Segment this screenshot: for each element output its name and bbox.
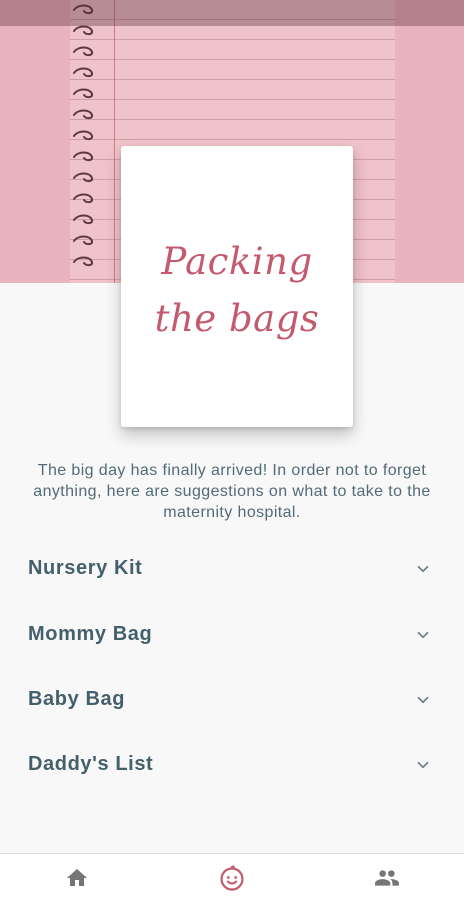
chevron-down-icon: [417, 761, 429, 769]
notebook-margin-line: [114, 0, 115, 283]
accordion-label: Nursery Kit: [28, 557, 143, 579]
card-title: Packing the bags: [154, 240, 320, 340]
accordion-label: Baby Bag: [28, 688, 126, 710]
status-bar: [0, 0, 464, 26]
notebook-spiral-binding: [73, 4, 94, 267]
accordion-label: Mommy Bag: [28, 623, 153, 645]
title-card: Packing the bags: [121, 146, 353, 427]
accordion-daddys-list[interactable]: Daddy's List: [0, 752, 464, 812]
chevron-down-icon: [417, 631, 429, 639]
accordion-baby-bag[interactable]: Baby Bag: [0, 687, 464, 747]
baby-face-icon: [220, 864, 244, 891]
home-icon: [67, 868, 87, 886]
nav-home-button[interactable]: [0, 854, 154, 901]
chevron-down-icon: [417, 696, 429, 704]
chevron-down-icon: [417, 565, 429, 573]
accordion-label: Daddy's List: [28, 753, 154, 775]
people-icon: [375, 869, 399, 886]
bottom-navigation: [0, 853, 464, 901]
accordion-nursery-kit[interactable]: Nursery Kit: [0, 556, 464, 616]
nav-people-button[interactable]: [310, 854, 464, 901]
intro-text: The big day has finally arrived! In orde…: [33, 462, 431, 521]
accordion-mommy-bag[interactable]: Mommy Bag: [0, 622, 464, 682]
nav-baby-button[interactable]: [155, 854, 309, 901]
